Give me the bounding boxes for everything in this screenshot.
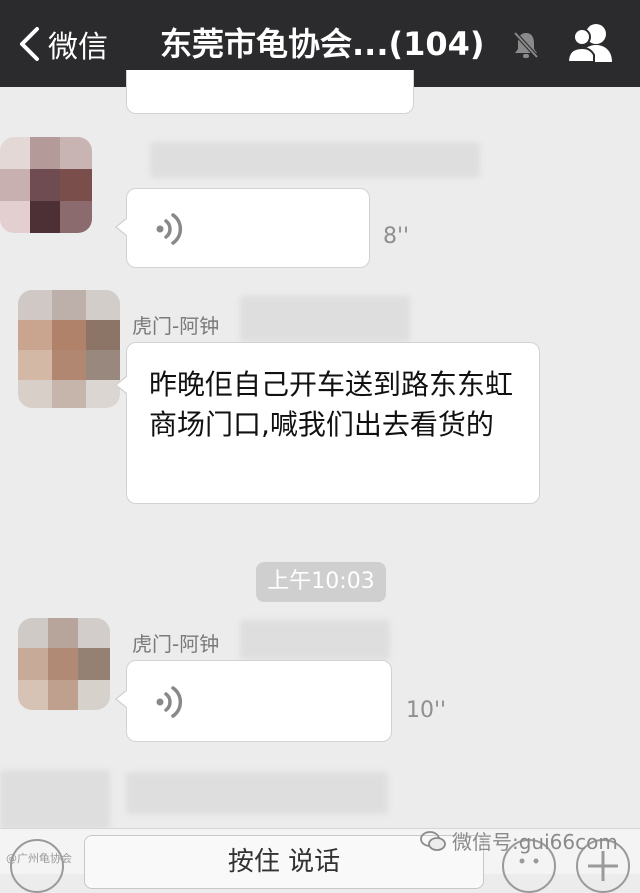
text-message-bubble[interactable]: 昨晚佢自己开车送到路东东虹商场门口,喊我们出去看货的	[115, 342, 540, 504]
sender-name: 虎门-阿钟	[132, 632, 220, 656]
back-button[interactable]: 微信	[18, 22, 108, 66]
next-message-redacted	[0, 770, 110, 830]
voice-message-bubble[interactable]	[115, 188, 370, 268]
voice-wave-icon	[156, 686, 183, 718]
previous-message-bubble[interactable]	[126, 70, 414, 114]
wechat-logo-icon	[420, 830, 446, 851]
keyboard-toggle-icon[interactable]	[10, 839, 64, 893]
watermark-text: 微信号:gui66com	[452, 830, 618, 854]
sender-name-redacted	[240, 620, 390, 660]
sender-name: 虎门-阿钟	[132, 314, 220, 338]
sender-name-redacted	[150, 142, 480, 178]
back-label: 微信	[48, 30, 108, 65]
mute-bell-icon	[513, 31, 539, 59]
chat-title: 东莞市龟协会...(104)	[160, 25, 485, 63]
corner-watermark: @广州龟协会	[6, 852, 72, 865]
sender-name-redacted	[240, 296, 410, 342]
message-text: 昨晚佢自己开车送到路东东虹商场门口,喊我们出去看货的	[149, 368, 514, 441]
group-members-icon[interactable]	[566, 20, 616, 66]
voice-duration: 8''	[383, 224, 410, 249]
avatar[interactable]	[0, 137, 92, 233]
voice-wave-icon	[156, 213, 183, 245]
next-sender-redacted	[126, 772, 388, 814]
avatar[interactable]	[18, 290, 120, 408]
chevron-left-icon	[20, 27, 39, 61]
voice-duration: 10''	[406, 698, 447, 723]
voice-message-bubble[interactable]	[115, 660, 392, 742]
avatar[interactable]	[18, 618, 110, 710]
timestamp-divider: 上午10:03	[256, 562, 386, 602]
wechat-id-watermark: 微信号:gui66com	[420, 826, 618, 855]
